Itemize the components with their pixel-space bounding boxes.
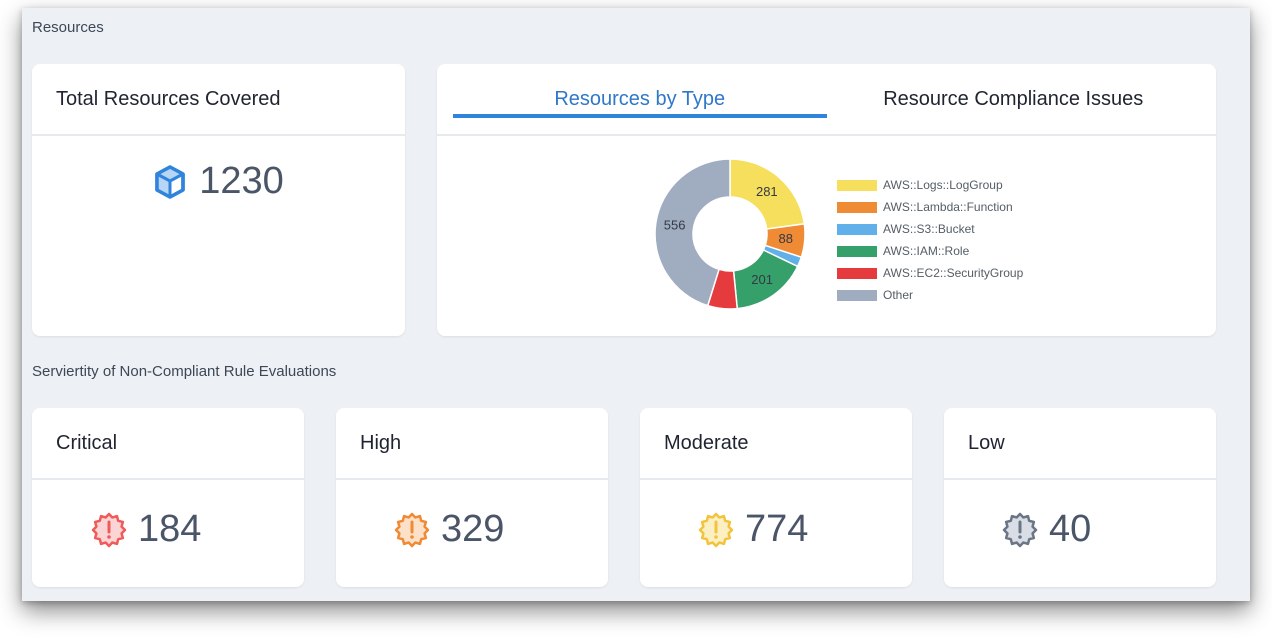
severity-label: Low (944, 408, 1216, 480)
legend-swatch (837, 201, 877, 213)
resources-chart-card: Resources by Type Resource Compliance Is… (437, 64, 1216, 336)
donut-data-label: 88 (779, 231, 793, 246)
legend-item[interactable]: Other (837, 284, 1023, 306)
chart-tabs: Resources by Type Resource Compliance Is… (437, 64, 1216, 136)
donut-data-label: 281 (756, 184, 778, 199)
severity-value: 774 (745, 508, 809, 550)
severity-label: High (336, 408, 608, 480)
donut-chart: 281 88 201 556 (654, 158, 806, 310)
legend-swatch (837, 179, 877, 191)
resources-section-title: Resources (32, 19, 104, 36)
chart-legend: AWS::Logs::LogGroupAWS::Lambda::Function… (837, 174, 1023, 306)
legend-item[interactable]: AWS::Lambda::Function (837, 196, 1023, 218)
total-resources-title: Total Resources Covered (32, 64, 405, 136)
severity-card-high: High 329 (336, 408, 608, 587)
donut-data-label: 201 (751, 272, 773, 287)
legend-label: Other (883, 288, 914, 302)
severity-value: 184 (138, 508, 202, 550)
legend-item[interactable]: AWS::Logs::LogGroup (837, 174, 1023, 196)
tab-resources-by-type[interactable]: Resources by Type (453, 64, 827, 134)
severity-stat: 184 (90, 508, 201, 551)
severity-stat: 774 (697, 508, 808, 551)
legend-item[interactable]: AWS::IAM::Role (837, 240, 1023, 262)
legend-swatch (837, 223, 877, 235)
severity-stat: 40 (1001, 508, 1091, 551)
severity-card-critical: Critical 184 (32, 408, 304, 587)
legend-swatch (837, 289, 877, 301)
legend-item[interactable]: AWS::EC2::SecurityGroup (837, 262, 1023, 284)
legend-label: AWS::Logs::LogGroup (883, 178, 1003, 192)
severity-value: 40 (1049, 508, 1092, 550)
severity-stat: 329 (393, 508, 504, 551)
severity-section-title: Serviertity of Non-Compliant Rule Evalua… (32, 363, 337, 380)
severity-label: Moderate (640, 408, 912, 480)
legend-label: AWS::IAM::Role (883, 244, 970, 258)
donut-data-label: 556 (664, 218, 686, 233)
alert-badge-icon (1002, 512, 1038, 547)
severity-value: 329 (441, 508, 505, 550)
cube-icon (155, 164, 185, 199)
tab-resource-compliance-issues[interactable]: Resource Compliance Issues (827, 64, 1201, 134)
legend-item[interactable]: AWS::S3::Bucket (837, 218, 1023, 240)
total-resources-value: 1230 (199, 160, 284, 202)
legend-swatch (837, 245, 877, 257)
total-resources-card: Total Resources Covered 1230 (32, 64, 405, 336)
legend-swatch (837, 267, 877, 279)
alert-badge-icon (698, 512, 734, 547)
severity-card-low: Low 40 (944, 408, 1216, 587)
severity-label: Critical (32, 408, 304, 480)
total-resources-stat: 1230 (32, 160, 405, 203)
chart-area: 28188201 556 AWS::Logs::LogGroupAWS::Lamb… (437, 136, 1216, 334)
severity-card-moderate: Moderate 774 (640, 408, 912, 587)
legend-label: AWS::Lambda::Function (883, 200, 1013, 214)
legend-label: AWS::S3::Bucket (883, 222, 975, 236)
legend-label: AWS::EC2::SecurityGroup (883, 266, 1024, 280)
dashboard-window: Resources Total Resources Covered 1230 R… (22, 8, 1250, 601)
alert-badge-icon (394, 512, 430, 547)
alert-badge-icon (91, 512, 127, 547)
